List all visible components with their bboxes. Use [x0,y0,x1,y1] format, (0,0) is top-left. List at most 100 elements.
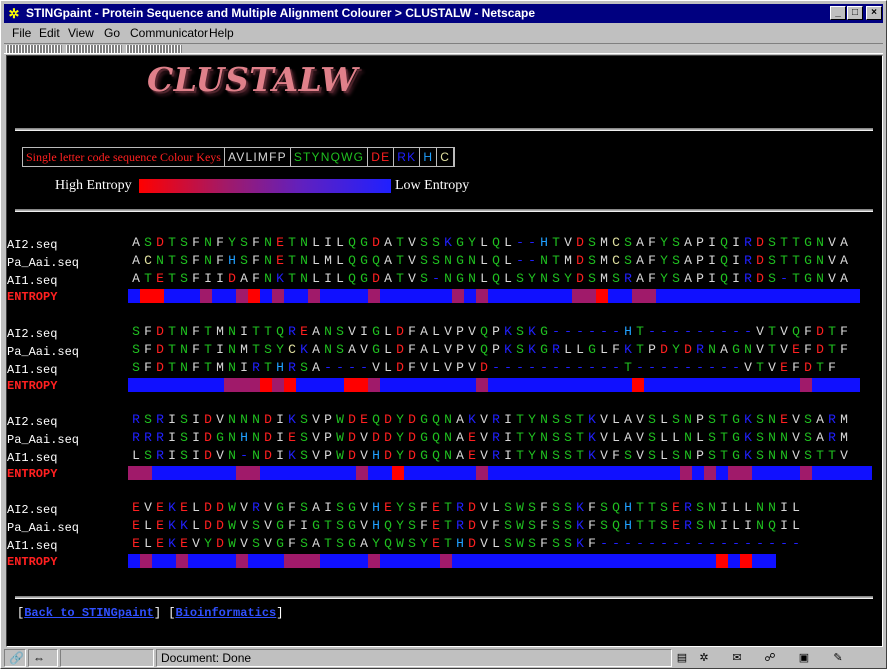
colour-key-group: H [420,148,438,166]
residue: S [180,253,188,268]
entropy-cell [680,466,692,480]
entropy-cell [200,378,212,392]
entropy-cell [176,466,188,480]
entropy-cell [284,554,296,568]
menu-file[interactable]: File [12,24,31,42]
residue: M [216,324,224,339]
residue: - [792,536,800,551]
menu-edit[interactable]: Edit [39,24,60,42]
residue: Y [564,271,572,286]
residue: V [372,360,380,375]
residue: N [468,253,476,268]
menu-communicator[interactable]: Communicator [130,24,208,42]
residue: G [276,500,284,515]
residue: Q [492,271,500,286]
residue: - [708,324,716,339]
maximize-button[interactable]: □ [847,6,863,20]
residue: - [516,360,524,375]
residue: P [696,448,704,463]
residue: - [336,360,344,375]
toolbar-grip[interactable] [6,45,62,53]
residue: Y [276,342,284,357]
residue: Q [348,235,356,250]
residue: V [468,324,476,339]
residue: Y [372,536,380,551]
residue: T [168,253,176,268]
sequence-residues: ACNTSFNFHSFNETNLMLQGQATVSSNGNLQL--NTMDSM… [130,253,850,269]
minimize-button[interactable]: _ [830,6,846,20]
residue: S [564,430,572,445]
residue: K [504,342,512,357]
residue: Y [660,271,668,286]
entropy-cell [128,289,140,303]
entropy-cell [512,289,524,303]
toolbar-grip[interactable] [126,45,182,53]
menu-go[interactable]: Go [104,24,120,42]
colour-key-group: RK [394,148,421,166]
residue: - [588,360,596,375]
residue: H [540,235,548,250]
residue: - [768,536,776,551]
sequence-name: AI2.seq [7,503,58,517]
residue: D [384,430,392,445]
residue: T [552,253,560,268]
entropy-cell [332,289,344,303]
residue: G [348,518,356,533]
residue: K [744,412,752,427]
back-to-stingpaint-link[interactable]: Back to STINGpaint [24,606,154,620]
residue: N [816,271,824,286]
residue: D [660,342,668,357]
entropy-cell [512,466,524,480]
address-book-icon[interactable]: ▣ [796,651,812,665]
residue: K [588,448,596,463]
residue: P [648,342,656,357]
residue: D [204,430,212,445]
security-icon[interactable]: 🔗 [4,649,26,667]
residue: F [420,500,428,515]
residue: S [528,536,536,551]
residue: R [456,500,464,515]
mail-icon[interactable]: ✉ [729,651,745,665]
residue: Q [276,324,284,339]
composer-icon[interactable]: ✎ [830,651,846,665]
entropy-cell [452,289,464,303]
residue: Y [528,271,536,286]
residue: Y [396,448,404,463]
entropy-cell [500,289,512,303]
entropy-cell [764,466,776,480]
entropy-cell [812,378,824,392]
entropy-cell [512,378,524,392]
residue: T [828,342,836,357]
residue: R [492,412,500,427]
menu-help[interactable]: Help [209,24,234,42]
residue: L [384,324,392,339]
sequence-residues: EVEKELDDWVRVGFSAISGVHEYSFETRDVLSWSFSSKFS… [130,500,802,516]
residue: F [252,235,260,250]
component-bar-icon[interactable]: ▤ [674,651,690,665]
newsgroups-icon[interactable]: ☍ [762,651,778,665]
menu-view[interactable]: View [68,24,94,42]
toolbar-grip[interactable] [66,45,122,53]
entropy-cell [272,378,284,392]
close-button[interactable]: × [866,6,882,20]
entropy-cell [488,289,500,303]
residue: T [168,360,176,375]
residue: K [588,430,596,445]
residue: N [300,235,308,250]
entropy-cell [728,378,740,392]
bioinformatics-link[interactable]: Bioinformatics [175,606,276,620]
divider [15,209,873,212]
window-title: STINGpaint - Protein Sequence and Multip… [26,6,536,20]
residue: S [300,430,308,445]
residue: A [384,253,392,268]
residue: N [684,430,692,445]
residue: F [288,518,296,533]
residue: T [720,412,728,427]
navigator-icon[interactable]: ✲ [696,651,712,665]
residue: P [324,412,332,427]
title-bar[interactable]: ✲ STINGpaint - Protein Sequence and Mult… [4,4,883,23]
residue: C [612,235,620,250]
residue: D [756,271,764,286]
residue: F [828,360,836,375]
residue: I [708,235,716,250]
